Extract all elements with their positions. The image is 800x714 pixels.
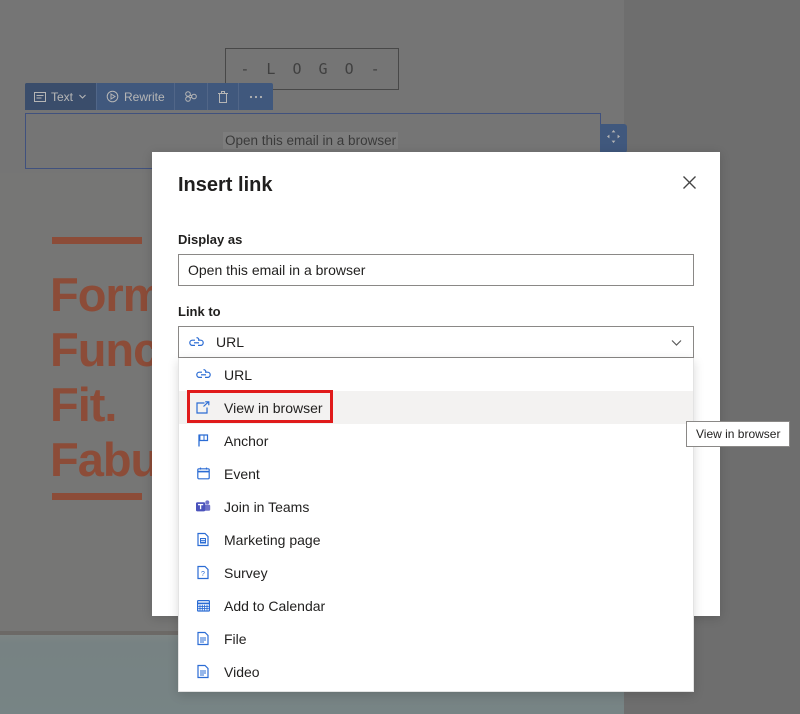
svg-text:?: ? — [201, 571, 205, 578]
dialog-title: Insert link — [178, 174, 273, 196]
chevron-down-icon[interactable] — [669, 335, 684, 350]
dropdown-option-add-to-calendar[interactable]: Add to Calendar — [179, 589, 693, 622]
dropdown-option-label: Event — [224, 465, 260, 482]
dropdown-option-label: Video — [224, 663, 260, 680]
survey-icon: ? — [193, 565, 213, 580]
tooltip: View in browser — [686, 421, 791, 447]
dropdown-option-url[interactable]: URL — [179, 358, 693, 391]
screen-root: - L O G O - Open this email in a browser… — [0, 0, 800, 714]
dropdown-option-survey[interactable]: ? Survey — [179, 556, 693, 589]
link-to-label: Link to — [178, 304, 221, 319]
dropdown-option-video[interactable]: Video — [179, 655, 693, 688]
calendar-icon — [193, 466, 213, 481]
flag-icon — [193, 433, 213, 448]
add-calendar-icon — [193, 598, 213, 613]
dropdown-option-label: Survey — [224, 564, 268, 581]
dropdown-option-join-in-teams[interactable]: Join in Teams — [179, 490, 693, 523]
link-to-dropdown-list: URL View in browser Anchor Event Join in… — [178, 358, 694, 692]
dropdown-option-view-in-browser[interactable]: View in browser — [179, 391, 693, 424]
dropdown-option-label: Join in Teams — [224, 498, 310, 515]
link-chain-icon — [193, 368, 213, 381]
display-as-input[interactable] — [178, 254, 694, 286]
close-icon — [682, 175, 697, 195]
file-icon — [193, 631, 213, 646]
marketing-page-icon — [193, 532, 213, 547]
display-as-label: Display as — [178, 232, 243, 247]
dropdown-option-label: URL — [224, 366, 253, 383]
link-chain-icon — [188, 336, 208, 349]
dropdown-option-marketing-page[interactable]: Marketing page — [179, 523, 693, 556]
link-to-combobox[interactable]: URL — [178, 326, 694, 358]
video-file-icon — [193, 664, 213, 679]
close-button[interactable] — [674, 170, 704, 200]
dropdown-option-label: Anchor — [224, 432, 269, 449]
dropdown-option-label: View in browser — [224, 399, 323, 416]
link-to-selected-value: URL — [216, 334, 245, 350]
dropdown-option-label: Add to Calendar — [224, 597, 326, 614]
dropdown-option-file[interactable]: File — [179, 622, 693, 655]
dropdown-option-label: Marketing page — [224, 531, 321, 548]
dropdown-option-anchor[interactable]: Anchor — [179, 424, 693, 457]
dropdown-option-label: File — [224, 630, 247, 647]
dropdown-option-event[interactable]: Event — [179, 457, 693, 490]
teams-icon — [193, 499, 213, 514]
open-in-browser-icon — [193, 400, 213, 415]
